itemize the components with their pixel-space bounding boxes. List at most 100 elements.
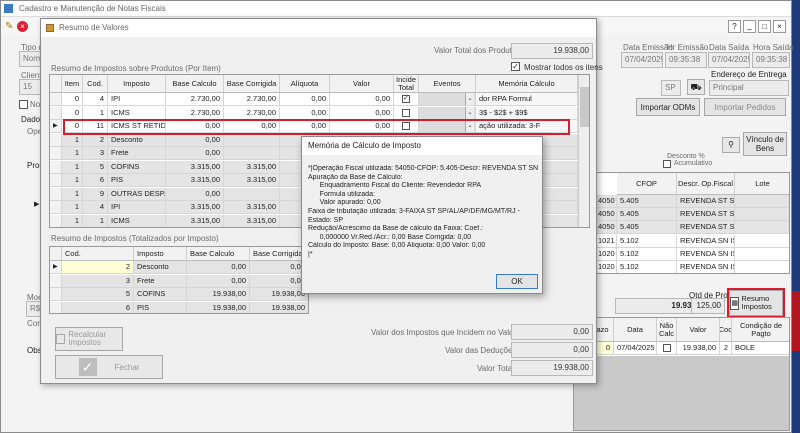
parcels-cell-4[interactable]: 2 [720,342,732,355]
grid1-cell-memoria[interactable]: 3$ - $2$ + $9$ [476,106,578,120]
grid1-cell-item[interactable]: 1 [62,147,83,160]
grid1-cell-cod[interactable]: 5 [83,160,108,174]
grid1-cell-corr[interactable]: 3.315,00 [224,201,280,214]
grid1-cell-corr[interactable]: 2.730,00 [224,106,280,120]
grid1-cell-item[interactable]: 1 [62,201,83,214]
grid1-cell-cod[interactable]: 9 [83,187,108,201]
nao-calc-checkbox[interactable] [663,344,671,352]
close-icon[interactable]: × [773,20,786,33]
state-field[interactable]: SP [661,80,681,96]
grid2-cell-cod[interactable]: 5 [62,288,134,301]
grid1-header-0[interactable]: Item [62,75,83,93]
grid1-scrollbar[interactable] [578,75,589,227]
products-cell-descr[interactable]: REVENDA SN IS... [677,234,735,248]
grid1-cell-base[interactable]: 0,00 [166,187,224,201]
parcels-header-2[interactable]: Não Calc [657,318,677,342]
grid1-cell-corr[interactable]: 3.315,00 [224,214,280,227]
search-item-icon[interactable]: ⚲ [722,137,740,153]
grid2-header-0[interactable]: Cod. [62,247,134,261]
grid1-cell-imposto[interactable]: PIS [108,174,166,187]
grid1-cell-cod[interactable]: 2 [83,133,108,147]
grid1-cell-eventos[interactable]: ⌄ [419,106,476,120]
edit-icon[interactable]: ✎ [5,21,13,32]
grid1-cell-corr[interactable] [224,147,280,160]
grid1-cell-cod[interactable]: 3 [83,147,108,160]
grid1-cell-imposto[interactable]: ICMS [108,106,166,120]
products-cell-code[interactable]: 4050 [595,208,617,222]
products-cell-lote[interactable] [735,208,789,222]
grid1-cell-cod[interactable]: 4 [83,201,108,214]
products-cell-descr[interactable]: REVENDA SN IS... [677,247,735,261]
lote-header[interactable]: Lote [735,173,789,195]
grid1-cell-corr[interactable]: 2.730,00 [224,93,280,106]
products-cell-lote[interactable] [735,195,789,208]
data-saida-field[interactable]: 07/04/2025 [708,52,750,68]
parcels-cell-1[interactable]: 07/04/2025 [614,342,657,355]
products-cell-code[interactable]: 1021 [595,234,617,248]
grid2-cell-imposto[interactable]: Desconto [134,261,187,274]
grid1-cell-imposto[interactable]: Desconto [108,133,166,147]
grid2-cell-base[interactable]: 0,00 [187,261,250,274]
products-cell-code[interactable]: 4050 [595,195,617,208]
products-cell-code[interactable]: 4050 [595,221,617,235]
grid1-header-3[interactable]: Base Calculo [166,75,224,93]
grid2-cell-cod[interactable]: 2 [62,261,134,274]
grid1-header-9[interactable]: Memória Cálculo [476,75,578,93]
recalcular-button[interactable]: Recalcular Impostos [55,327,123,351]
products-cell-descr[interactable]: REVENDA ST SN [677,195,735,208]
products-cell-cfop[interactable]: 5.405 [617,221,677,235]
grid1-cell-item[interactable]: 0 [62,106,83,120]
grid1-cell-item[interactable]: 0 [62,93,83,106]
grid1-cell-base[interactable]: 2.730,00 [166,93,224,106]
grid1-cell-cod[interactable]: 6 [83,174,108,187]
grid1-cell-memoria[interactable]: dor RPA Formul [476,93,578,106]
products-cell-cfop[interactable]: 5.102 [617,247,677,261]
grid2-cell-base[interactable]: 19.938,00 [187,301,250,313]
grid1-cell-imposto[interactable]: Frete [108,147,166,160]
grid1-cell-aliq[interactable]: 0,00 [280,93,330,106]
grid1-header-7[interactable]: Incide Total [394,75,419,93]
grid1-cell-base[interactable]: 2.730,00 [166,106,224,120]
parcels-header-4[interactable]: Cod [720,318,732,342]
parcels-cell-naocalc[interactable] [657,342,677,355]
grid1-cell-valor[interactable]: 0,00 [330,93,394,106]
grid2-cell-imposto[interactable]: PIS [134,301,187,313]
maximize-icon[interactable]: □ [758,20,771,33]
products-cell-cfop[interactable]: 5.102 [617,234,677,248]
grid1-cell-base[interactable]: 0,00 [166,147,224,160]
grid1-scroll-thumb[interactable] [580,87,589,127]
grid1-cell-incide[interactable] [394,106,419,120]
products-cell-lote[interactable] [735,247,789,261]
grid1-header-4[interactable]: Base Corrigida [224,75,280,93]
grid2-cell-base[interactable]: 19.938,00 [187,288,250,301]
parcels-header-1[interactable]: Data [614,318,657,342]
grid2-cell-imposto[interactable]: COFINS [134,288,187,301]
products-cell-lote[interactable] [735,261,789,273]
grid1-cell-incide[interactable]: ✓ [394,93,419,106]
grid1-cell-base[interactable]: 3.315,00 [166,214,224,227]
grid1-cell-eventos[interactable]: ⌄ [419,93,476,106]
grid2-cell-cod[interactable]: 3 [62,274,134,288]
grid2-cell-base[interactable]: 0,00 [187,274,250,288]
grid2-cell-imposto[interactable]: Frete [134,274,187,288]
grid1-cell-base[interactable]: 3.315,00 [166,174,224,187]
importar-odms-button[interactable]: Importar ODMs [636,98,700,116]
grid1-cell-item[interactable]: 1 [62,133,83,147]
importar-pedidos-button[interactable]: Importar Pedidos [704,98,786,116]
fechar-button[interactable]: ✓ Fechar [55,355,163,379]
vinculo-bens-button[interactable]: Vínculo de Bens [743,132,787,156]
nota-checkbox[interactable] [19,100,28,109]
parcels-cell-5[interactable]: BOLE [732,342,789,355]
hr-emissao-field[interactable]: 09:35:38 [665,52,707,68]
grid1-cell-cod[interactable]: 1 [83,214,108,227]
grid1-cell-item[interactable]: 1 [62,160,83,174]
chevron-down-icon[interactable]: ⌄ [465,106,474,119]
grid1-cell-imposto[interactable]: ICMS [108,214,166,227]
grid1-cell-item[interactable]: 1 [62,214,83,227]
grid1-header-2[interactable]: Imposto [108,75,166,93]
products-cell-cfop[interactable]: 5.405 [617,195,677,208]
products-cell-code[interactable]: 1020 [595,261,617,273]
parcels-cell-3[interactable]: 19.938,00 [677,342,720,355]
hora-saida-field[interactable]: 09:35:38 [752,52,790,68]
grid1-cell-imposto[interactable]: COFINS [108,160,166,174]
